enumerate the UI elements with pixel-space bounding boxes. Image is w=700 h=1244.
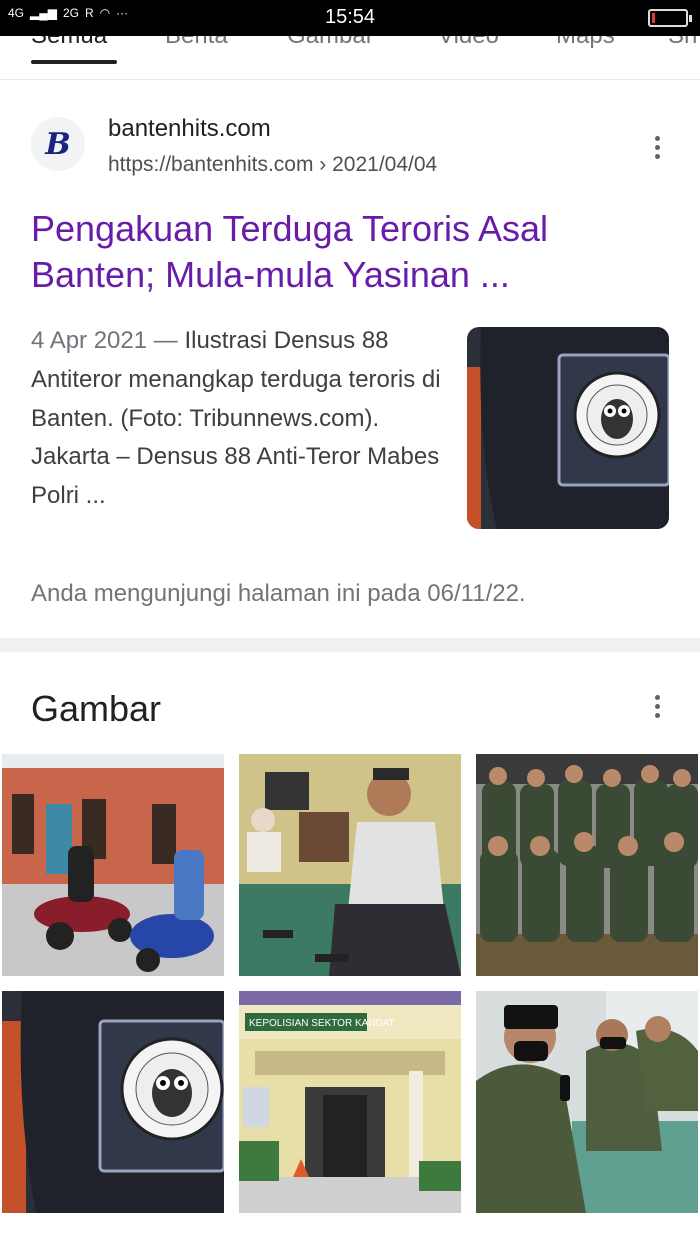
clock: 15:54 xyxy=(324,6,376,28)
result-more-icon[interactable] xyxy=(642,132,672,162)
site-favicon[interactable]: B xyxy=(31,117,85,171)
site-name[interactable]: bantenhits.com xyxy=(108,115,271,143)
tab-berita[interactable]: Berita xyxy=(165,36,228,50)
tab-gambar[interactable]: Gambar xyxy=(287,36,374,50)
status-bar: 4G ▂▄▆ 2G R ◠ ··· 15:54 xyxy=(0,0,700,36)
result-title-link[interactable]: Pengakuan Terduga Teroris Asal Banten; M… xyxy=(31,206,671,298)
tab-video[interactable]: Video xyxy=(438,36,499,50)
snippet-date: 4 Apr 2021 — xyxy=(31,327,185,354)
tab-semua[interactable]: Semua xyxy=(31,36,107,50)
man-sitting-image xyxy=(239,754,461,976)
image-result-6[interactable] xyxy=(476,991,698,1213)
result-snippet: 4 Apr 2021 — Ilustrasi Densus 88 Antiter… xyxy=(31,322,441,516)
tab-shopping[interactable]: Sh xyxy=(668,36,697,50)
active-tab-indicator xyxy=(31,60,117,64)
search-tabs: Semua Berita Gambar Video Maps Sh xyxy=(0,36,700,80)
soldier-microphone-image xyxy=(476,991,698,1213)
image-result-3[interactable] xyxy=(476,754,698,976)
densus-patch-large-image xyxy=(2,991,224,1213)
visited-note: Anda mengunjungi halaman ini pada 06/11/… xyxy=(31,580,526,607)
police-station-image: KEPOLISIAN SEKTOR KANDAT xyxy=(239,991,461,1213)
result-thumbnail[interactable] xyxy=(467,327,669,529)
tab-maps[interactable]: Maps xyxy=(556,36,615,50)
image-result-5[interactable]: KEPOLISIAN SEKTOR KANDAT xyxy=(239,991,461,1213)
police-sign-text: KEPOLISIAN SEKTOR KANDAT xyxy=(249,1018,395,1029)
soldiers-group-image xyxy=(476,754,698,976)
image-result-2[interactable] xyxy=(239,754,461,976)
section-divider xyxy=(0,638,700,652)
images-section-title: Gambar xyxy=(31,688,162,729)
site-url[interactable]: https://bantenhits.com › 2021/04/04 xyxy=(108,153,437,177)
image-result-1[interactable] xyxy=(2,754,224,976)
motorbike-street-image xyxy=(2,754,224,976)
snippet-text: Ilustrasi Densus 88 Antiteror menangkap … xyxy=(31,327,441,510)
images-more-icon[interactable] xyxy=(642,691,672,721)
densus-patch-image xyxy=(467,327,669,529)
battery-icon xyxy=(648,9,692,27)
image-result-4[interactable] xyxy=(2,991,224,1213)
